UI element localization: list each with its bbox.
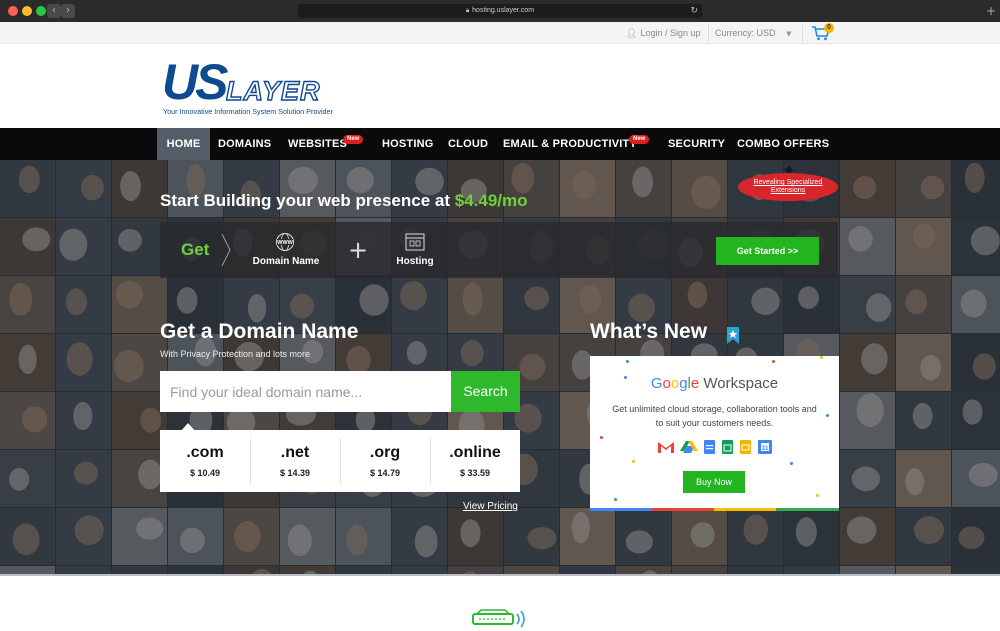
extensions-ribbon-link[interactable]: Revealing Specialized Extensions <box>738 179 838 195</box>
google-letter: e <box>690 375 700 392</box>
utility-bar: 👤︎ Login / Sign up Currency: USD ▼ <box>0 22 1000 44</box>
plus-icon: + <box>348 236 369 264</box>
google-color-stripe <box>590 508 839 511</box>
server-icon <box>405 233 425 251</box>
drive-icon <box>680 441 698 453</box>
tld-name: .com <box>186 444 224 461</box>
confetti-dot <box>632 460 635 463</box>
caret-down-icon: ▼ <box>786 30 792 38</box>
tld-price: $ 14.79 <box>369 468 401 478</box>
promo-headline: Start Building your web presence at $4.4… <box>160 191 528 211</box>
slides-icon <box>740 440 751 454</box>
whats-new-title: What’s New <box>590 320 708 343</box>
tld-name: .net <box>280 444 310 461</box>
docs-icon <box>704 440 715 454</box>
promo-price: $4.49/mo <box>454 191 528 210</box>
confetti-dot <box>614 498 617 501</box>
offer-get-label: Get <box>181 240 210 259</box>
offer-hosting-label: Hosting <box>396 256 434 267</box>
user-icon: 👤︎ <box>626 29 638 39</box>
domain-section-title: Get a Domain Name <box>160 320 359 343</box>
nav-home[interactable]: HOME <box>157 128 210 160</box>
logo-tagline: Your Innovative Information System Solut… <box>163 107 334 116</box>
bookmark-star-icon <box>727 327 739 344</box>
tld-price: $ 33.59 <box>459 468 491 478</box>
login-label: Login / Sign up <box>640 28 701 38</box>
nav-security[interactable]: SECURITY <box>668 128 725 160</box>
confetti-dot <box>790 462 793 465</box>
svg-text:31: 31 <box>762 446 769 452</box>
tld-name: .org <box>369 444 401 461</box>
google-workspace-description: Get unlimited cloud storage, collaborati… <box>612 404 817 428</box>
logo-us-text: US <box>162 54 228 110</box>
domain-section-subtitle: With Privacy Protection and lots more <box>160 349 311 359</box>
currency-value: USD <box>756 28 776 38</box>
main-navigation: HOME DOMAINS WEBSITES New HOSTING CLOUD … <box>0 128 1000 160</box>
nav-domains[interactable]: DOMAINS <box>218 128 271 160</box>
view-pricing-link[interactable]: View Pricing <box>463 501 518 512</box>
promo-headline-text: Start Building your web presence at <box>160 191 451 210</box>
confetti-dot <box>626 360 629 363</box>
address-bar[interactable]: 🔒︎ hosting.uslayer.com ↻ <box>298 4 702 18</box>
divider <box>802 24 803 42</box>
uslayer-logo[interactable]: US LAYER Your Innovative Information Sys… <box>160 54 360 118</box>
google-letter: o <box>670 375 680 392</box>
url-text: hosting.uslayer.com <box>472 7 535 14</box>
reload-icon[interactable]: ↻ <box>690 4 698 18</box>
chevron-left-icon[interactable]: ‹ <box>47 4 61 18</box>
chevron-right-icon[interactable]: › <box>61 4 75 18</box>
tld-price: $ 10.49 <box>189 468 221 478</box>
google-workspace-logo: Google Workspace <box>590 375 839 392</box>
nav-email-productivity[interactable]: EMAIL & PRODUCTIVITY <box>503 128 637 160</box>
nav-cloud[interactable]: CLOUD <box>448 128 488 160</box>
zoom-window-button[interactable] <box>36 6 46 16</box>
search-button[interactable]: Search <box>451 371 520 412</box>
gmail-icon <box>658 442 674 453</box>
google-letter: G <box>650 375 663 392</box>
plus-icon[interactable]: + <box>985 4 997 18</box>
tld-price: $ 14.39 <box>279 468 311 478</box>
lock-icon: 🔒︎ <box>465 7 470 14</box>
google-letter: o <box>662 375 671 392</box>
new-badge: New <box>343 135 364 144</box>
tld-item-net[interactable]: .net $ 14.39 <box>250 430 340 492</box>
hero-bottom-rule <box>0 574 1000 576</box>
nav-combo-offers[interactable]: COMBO OFFERS <box>737 128 829 160</box>
currency-label: Currency: <box>715 28 755 38</box>
svg-text:WWW: WWW <box>277 240 293 246</box>
tld-item-com[interactable]: .com $ 10.49 <box>160 430 250 492</box>
confetti-dot <box>816 494 819 497</box>
site-header: US LAYER Your Innovative Information Sys… <box>0 44 1000 128</box>
login-link[interactable]: 👤︎ Login / Sign up <box>626 22 700 44</box>
wifi-router-icon <box>472 609 525 628</box>
confetti-dot <box>820 356 823 359</box>
get-started-button[interactable]: Get Started >> <box>716 237 819 265</box>
logo-layer-text: LAYER <box>226 76 321 106</box>
chevron-right-icon <box>221 233 231 267</box>
close-window-button[interactable] <box>8 6 18 16</box>
www-globe-icon: WWW <box>276 233 294 251</box>
sheets-icon <box>722 440 733 454</box>
tld-item-online[interactable]: .online $ 33.59 <box>430 430 520 492</box>
currency-selector[interactable]: Currency: USD ▼ <box>715 22 791 44</box>
confetti-dot <box>600 436 603 439</box>
browser-toolbar: ‹ › 🔒︎ hosting.uslayer.com ↻ + <box>0 0 1000 22</box>
google-letter: g <box>679 375 688 392</box>
new-badge: New <box>629 135 650 144</box>
workspace-word: Workspace <box>703 375 779 392</box>
cart-count-badge: 0 <box>824 23 834 33</box>
offer-domain-label: Domain Name <box>252 256 320 267</box>
tld-item-org[interactable]: .org $ 14.79 <box>340 430 430 492</box>
confetti-dot <box>826 414 829 417</box>
confetti-dot <box>772 360 775 363</box>
minimize-window-button[interactable] <box>22 6 32 16</box>
calendar-icon: 31 <box>758 440 772 454</box>
tld-name: .online <box>449 444 501 461</box>
divider <box>708 24 709 42</box>
nav-hosting[interactable]: HOSTING <box>382 128 434 160</box>
nav-websites[interactable]: WEBSITES <box>288 128 347 160</box>
domain-search-input[interactable] <box>160 371 451 412</box>
workspace-app-icons: 31 <box>658 440 772 454</box>
buy-now-button[interactable]: Buy Now <box>683 471 745 493</box>
